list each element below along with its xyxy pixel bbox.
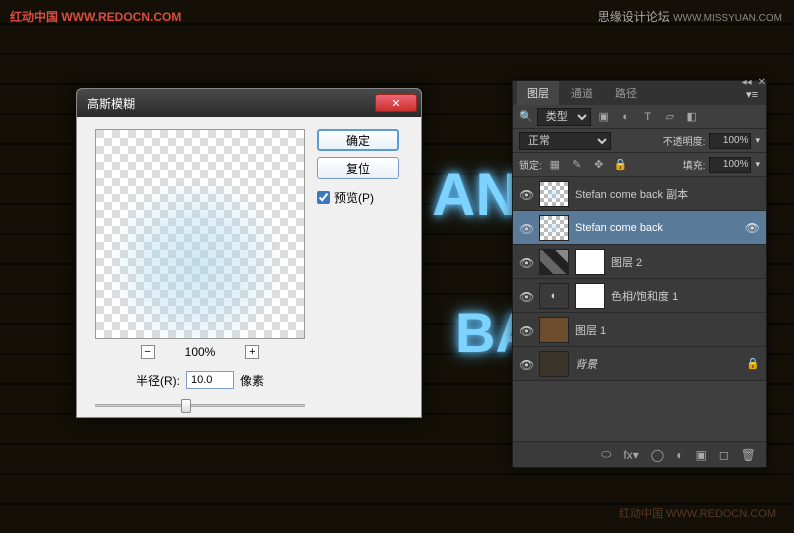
layer-row[interactable]: 👁 图层 1 <box>513 313 766 347</box>
layer-row[interactable]: 👁 Stefan come back 副本 <box>513 177 766 211</box>
layer-row[interactable]: 👁 图层 2 <box>513 245 766 279</box>
watermark-bottom: 红动中国 WWW.REDOCN.COM <box>619 505 776 521</box>
filter-text-icon[interactable]: T <box>639 109 657 125</box>
visibility-icon[interactable]: 👁 <box>519 188 533 200</box>
preview-area[interactable] <box>95 129 305 339</box>
layer-name[interactable]: 背景 <box>575 356 597 372</box>
collapse-icon[interactable]: ◂◂ <box>742 77 752 88</box>
fx-icon[interactable]: fx▾ <box>623 448 638 462</box>
tab-paths[interactable]: 路径 <box>605 81 647 105</box>
zoom-in-button[interactable]: + <box>245 345 259 359</box>
effects-icon[interactable]: 👁 <box>745 221 760 235</box>
radius-label: 半径(R): <box>136 372 180 389</box>
reset-button[interactable]: 复位 <box>317 157 399 179</box>
search-icon[interactable]: 🔍 <box>519 110 533 123</box>
dialog-title: 高斯模糊 <box>87 95 375 112</box>
gaussian-blur-dialog: 高斯模糊 ✕ − 100% + 半径(R): 像素 确定 复位 <box>76 88 422 418</box>
lock-pixels-icon[interactable]: ✎ <box>568 157 586 173</box>
adjustment-icon[interactable]: ◐ <box>539 283 569 309</box>
blend-mode-dropdown[interactable]: 正常 <box>519 132 611 150</box>
layer-name[interactable]: 图层 2 <box>611 254 642 270</box>
lock-icon: 🔒 <box>746 357 760 370</box>
lock-all-icon[interactable]: 🔒 <box>612 157 630 173</box>
panel-bottom-bar: ⬭ fx▾ ◯ ◐ ▣ ◻ 🗑 <box>513 441 766 467</box>
layer-row[interactable]: 👁 ◐ 色相/饱和度 1 <box>513 279 766 313</box>
filter-smart-icon[interactable]: ◧ <box>683 109 701 125</box>
zoom-level: 100% <box>185 345 216 359</box>
mask-thumbnail[interactable] <box>575 283 605 309</box>
layer-thumbnail[interactable] <box>539 317 569 343</box>
close-panel-icon[interactable]: ✕ <box>758 77 766 88</box>
layer-thumbnail[interactable] <box>539 181 569 207</box>
watermark-top-left: 红动中国 WWW.REDOCN.COM <box>10 8 181 25</box>
radius-input[interactable] <box>186 371 234 389</box>
adjustment-layer-icon[interactable]: ◐ <box>676 448 683 462</box>
link-layers-icon[interactable]: ⬭ <box>601 447 611 462</box>
filter-type-dropdown[interactable]: 类型 <box>537 108 591 126</box>
layer-name[interactable]: Stefan come back <box>575 222 663 234</box>
visibility-icon[interactable]: 👁 <box>519 358 533 370</box>
zoom-out-button[interactable]: − <box>141 345 155 359</box>
dialog-titlebar[interactable]: 高斯模糊 ✕ <box>77 89 421 117</box>
layers-list: 👁 Stefan come back 副本 👁 Stefan come back… <box>513 177 766 381</box>
layer-thumbnail[interactable] <box>539 249 569 275</box>
tab-layers[interactable]: 图层 <box>517 81 559 105</box>
visibility-icon[interactable]: 👁 <box>519 222 533 234</box>
visibility-icon[interactable]: 👁 <box>519 256 533 268</box>
blend-row: 正常 不透明度: ▾ <box>513 129 766 153</box>
opacity-input[interactable] <box>709 133 751 149</box>
lock-transparent-icon[interactable]: ▦ <box>546 157 564 173</box>
opacity-arrow-icon[interactable]: ▾ <box>755 135 760 146</box>
fill-arrow-icon[interactable]: ▾ <box>755 159 760 170</box>
opacity-label: 不透明度: <box>663 133 706 148</box>
layer-name[interactable]: Stefan come back 副本 <box>575 186 688 202</box>
fill-input[interactable] <box>709 157 751 173</box>
lock-label: 锁定: <box>519 157 542 172</box>
filter-adjust-icon[interactable]: ◐ <box>617 109 635 125</box>
visibility-icon[interactable]: 👁 <box>519 324 533 336</box>
radius-slider[interactable] <box>95 397 305 413</box>
watermark-top-right: 思缘设计论坛 WWW.MISSYUAN.COM <box>598 8 782 25</box>
filter-row: 🔍 类型 ▣ ◐ T ▱ ◧ <box>513 105 766 129</box>
panel-controls: ◂◂ ✕ <box>742 77 766 88</box>
ok-button[interactable]: 确定 <box>317 129 399 151</box>
lock-position-icon[interactable]: ✥ <box>590 157 608 173</box>
filter-shape-icon[interactable]: ▱ <box>661 109 679 125</box>
preview-checkbox-input[interactable] <box>317 191 330 204</box>
panel-tabs: 图层 通道 路径 ▾≡ <box>513 81 766 105</box>
layer-thumbnail[interactable] <box>539 215 569 241</box>
preview-checkbox[interactable]: 预览(P) <box>317 189 399 206</box>
layer-row[interactable]: 👁 Stefan come back 👁 <box>513 211 766 245</box>
slider-thumb[interactable] <box>181 399 191 413</box>
group-icon[interactable]: ▣ <box>695 448 706 462</box>
layer-thumbnail[interactable] <box>539 351 569 377</box>
tab-channels[interactable]: 通道 <box>561 81 603 105</box>
close-button[interactable]: ✕ <box>375 94 417 112</box>
layer-name[interactable]: 色相/饱和度 1 <box>611 288 678 304</box>
fill-label: 填充: <box>683 157 706 172</box>
mask-thumbnail[interactable] <box>575 249 605 275</box>
layer-name[interactable]: 图层 1 <box>575 322 606 338</box>
lock-row: 锁定: ▦ ✎ ✥ 🔒 填充: ▾ <box>513 153 766 177</box>
layer-row[interactable]: 👁 背景 🔒 <box>513 347 766 381</box>
filter-image-icon[interactable]: ▣ <box>595 109 613 125</box>
blur-preview <box>106 175 286 339</box>
neon-text-1: AN <box>432 160 519 229</box>
layers-panel: ◂◂ ✕ 图层 通道 路径 ▾≡ 🔍 类型 ▣ ◐ T ▱ ◧ 正常 不透明度:… <box>512 80 767 468</box>
radius-unit: 像素 <box>240 372 264 389</box>
delete-icon[interactable]: 🗑 <box>741 448 756 462</box>
mask-icon[interactable]: ◯ <box>651 448 664 462</box>
new-layer-icon[interactable]: ◻ <box>719 448 729 462</box>
visibility-icon[interactable]: 👁 <box>519 290 533 302</box>
